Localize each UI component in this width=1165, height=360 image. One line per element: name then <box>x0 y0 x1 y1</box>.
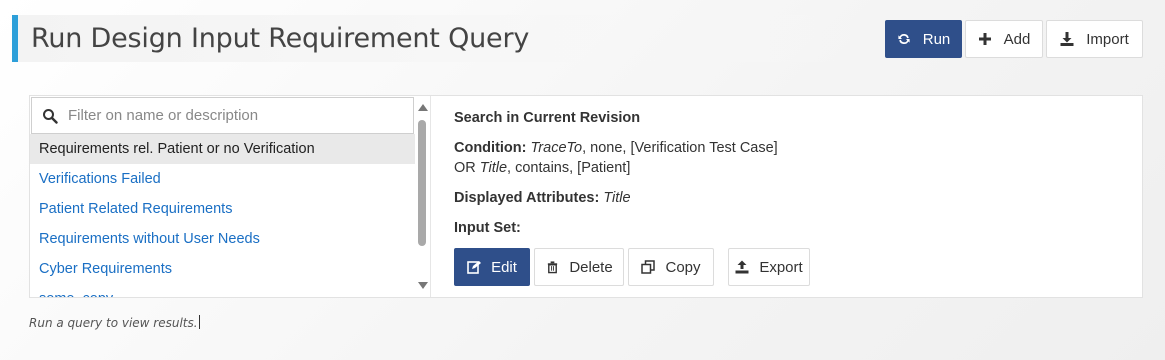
list-item[interactable]: Requirements rel. Patient or no Verifica… <box>30 134 415 164</box>
condition-label: Condition: <box>454 140 527 156</box>
condition-rest-1: , none, [Verification Test Case] <box>582 140 778 156</box>
refresh-icon <box>897 32 911 46</box>
plus-icon <box>978 32 992 46</box>
condition-rest-2: , contains, [Patient] <box>507 160 631 176</box>
scroll-down-arrow-icon[interactable] <box>418 282 428 289</box>
run-button[interactable]: Run <box>885 20 962 58</box>
add-button-label: Add <box>1003 30 1031 48</box>
list-item[interactable]: Cyber Requirements <box>30 254 415 284</box>
copy-button-label: Copy <box>665 258 701 276</box>
input-set-label: Input Set: <box>454 220 521 236</box>
trash-icon <box>545 260 559 274</box>
filter-input[interactable] <box>68 107 398 124</box>
copy-icon <box>641 260 656 274</box>
list-item[interactable]: some_copy <box>30 284 415 297</box>
import-button[interactable]: Import <box>1046 20 1143 58</box>
query-panel: Requirements rel. Patient or no Verifica… <box>29 95 1143 298</box>
filter-box[interactable] <box>31 97 414 134</box>
page-header: Run Design Input Requirement Query <box>12 15 872 62</box>
add-button[interactable]: Add <box>965 20 1043 58</box>
text-caret <box>198 315 200 329</box>
search-scope-text: Search in Current Revision <box>454 110 641 126</box>
search-scope: Search in Current Revision <box>454 110 640 126</box>
list-item[interactable]: Verifications Failed <box>30 164 415 194</box>
query-detail: Search in Current Revision Condition: Tr… <box>454 96 1134 297</box>
export-button-label: Export <box>759 258 803 276</box>
search-icon <box>42 108 58 124</box>
scroll-thumb[interactable] <box>418 120 426 246</box>
condition-line-1: Condition: TraceTo, none, [Verification … <box>454 140 778 156</box>
edit-button-label: Edit <box>491 258 517 276</box>
status-text: Run a query to view results. <box>29 316 198 330</box>
delete-button-label: Delete <box>569 258 613 276</box>
displayed-attributes-value: Title <box>603 190 631 206</box>
condition-line-2: OR Title, contains, [Patient] <box>454 160 630 176</box>
query-list: Requirements rel. Patient or no Verifica… <box>30 134 415 297</box>
displayed-attributes-label: Displayed Attributes: <box>454 190 600 206</box>
edit-button[interactable]: Edit <box>454 248 530 286</box>
list-item[interactable]: Patient Related Requirements <box>30 194 415 224</box>
condition-prefix-2: OR <box>454 160 480 176</box>
condition-attr-1: TraceTo <box>530 140 583 156</box>
edit-icon <box>467 260 482 274</box>
run-button-label: Run <box>922 30 951 48</box>
query-list-pane: Requirements rel. Patient or no Verifica… <box>30 96 429 297</box>
export-button[interactable]: Export <box>728 248 810 286</box>
condition-attr-2: Title <box>479 160 508 176</box>
input-set: Input Set: <box>454 220 521 236</box>
export-icon <box>735 260 749 274</box>
list-scrollbar[interactable] <box>415 96 429 297</box>
delete-button[interactable]: Delete <box>534 248 624 286</box>
import-icon <box>1060 32 1074 46</box>
list-item[interactable]: Requirements without User Needs <box>30 224 415 254</box>
import-button-label: Import <box>1086 30 1129 48</box>
copy-button[interactable]: Copy <box>628 248 714 286</box>
displayed-attributes: Displayed Attributes: Title <box>454 190 631 206</box>
scroll-up-arrow-icon[interactable] <box>418 104 428 111</box>
page-title: Run Design Input Requirement Query <box>31 23 530 54</box>
status-message: Run a query to view results. <box>29 315 200 330</box>
pane-divider <box>430 96 431 297</box>
